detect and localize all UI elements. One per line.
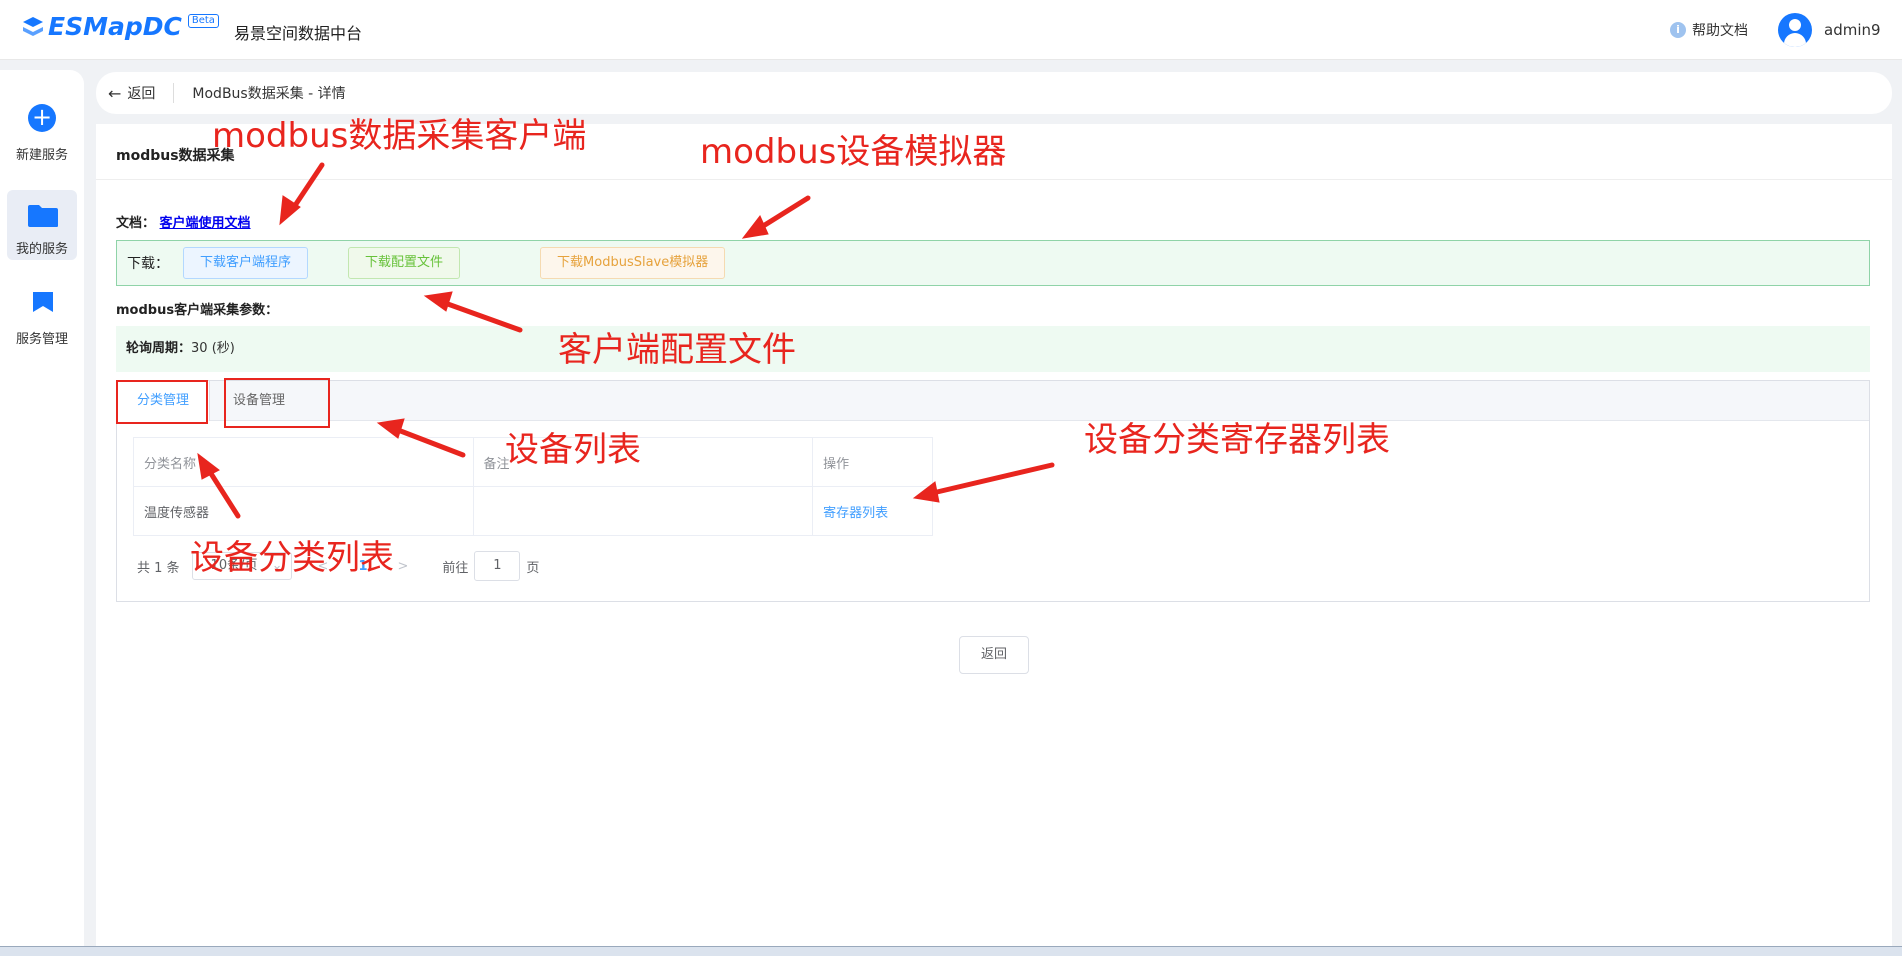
annotation-register-list: 设备分类寄存器列表 [1084, 420, 1390, 460]
avatar-icon [1778, 13, 1812, 47]
table-cell [472, 486, 814, 536]
table-cell: 温度传感器 [133, 486, 474, 536]
arrow-left-icon: ← [108, 83, 122, 103]
logo-icon [23, 16, 43, 36]
top-header: ESMapDC Beta 易景空间数据中台 i 帮助文档 admin9 [0, 0, 1902, 60]
plus-icon: + [28, 104, 56, 132]
goto-label: 前往 [442, 560, 469, 576]
annotation-box-category-tab [116, 380, 208, 424]
info-icon: i [1670, 22, 1686, 38]
page-title: ModBus数据采集 - 详情 [192, 86, 346, 102]
poll-label: 轮询周期： [126, 341, 192, 356]
doc-prefix: 文档： [116, 216, 156, 231]
params-label: modbus客户端采集参数： [116, 303, 279, 318]
goto-page-input[interactable]: 1 [474, 551, 521, 581]
total-count: 共 1 条 [137, 560, 180, 576]
sidebar-item-service-management[interactable]: 服务管理 [7, 280, 77, 350]
sidebar-item-label: 服务管理 [15, 332, 68, 347]
help-docs-label: 帮助文档 [1692, 23, 1748, 39]
next-page-button[interactable]: > [398, 559, 409, 574]
tabs-header: 分类管理 设备管理 [117, 381, 1869, 421]
annotation-config-file: 客户端配置文件 [558, 330, 796, 370]
annotation-device-list: 设备列表 [505, 430, 641, 470]
bottom-back-button[interactable]: 返回 [959, 636, 1029, 674]
column-header: 操作 [812, 437, 933, 487]
folder-icon [28, 205, 58, 227]
sidebar-item-new-service[interactable]: + 新建服务 [7, 96, 77, 166]
download-client-button[interactable]: 下载客户端程序 [183, 247, 309, 279]
sidebar-item-label: 新建服务 [15, 148, 68, 163]
bookmark-icon [33, 292, 53, 312]
os-taskbar [0, 946, 1902, 956]
app-name: 易景空间数据中台 [234, 24, 363, 43]
annotation-client: modbus数据采集客户端 [212, 116, 587, 156]
params-box: 轮询周期：30 (秒) [116, 326, 1870, 372]
logo-text: ESMapDC [48, 12, 182, 41]
page-suffix: 页 [526, 560, 540, 576]
annotation-simulator: modbus设备模拟器 [700, 132, 1007, 172]
register-list-link[interactable]: 寄存器列表 [823, 506, 888, 521]
doc-line: 文档： 客户端使用文档 [116, 212, 251, 231]
sidebar-item-label: 我的服务 [15, 242, 68, 257]
beta-badge: Beta [187, 13, 219, 28]
back-button[interactable]: ← 返回 [108, 83, 175, 103]
download-slave-button[interactable]: 下载ModbusSlave模拟器 [540, 247, 726, 279]
annotation-box-device-tab [224, 378, 330, 428]
back-label: 返回 [127, 86, 156, 102]
download-row: 下载： 下载客户端程序 下载配置文件 下载ModbusSlave模拟器 [116, 240, 1870, 286]
sidebar-item-my-services[interactable]: 我的服务 [7, 190, 77, 260]
download-label: 下载： [127, 256, 169, 272]
user-menu[interactable]: admin9 [1778, 13, 1881, 47]
sidebar: + 新建服务 我的服务 服务管理 [0, 70, 84, 956]
download-config-button[interactable]: 下载配置文件 [348, 247, 461, 279]
annotation-category-list: 设备分类列表 [190, 538, 394, 578]
app-logo[interactable]: ESMapDC Beta [20, 12, 219, 41]
help-docs-link[interactable]: i 帮助文档 [1670, 20, 1748, 40]
table-cell: 寄存器列表 [812, 486, 933, 536]
column-header: 分类名称 [133, 437, 474, 487]
poll-value: 30 (秒) [191, 341, 235, 356]
client-doc-link[interactable]: 客户端使用文档 [160, 216, 251, 231]
table-row: 温度传感器 寄存器列表 [133, 486, 933, 536]
user-name: admin9 [1824, 21, 1881, 39]
